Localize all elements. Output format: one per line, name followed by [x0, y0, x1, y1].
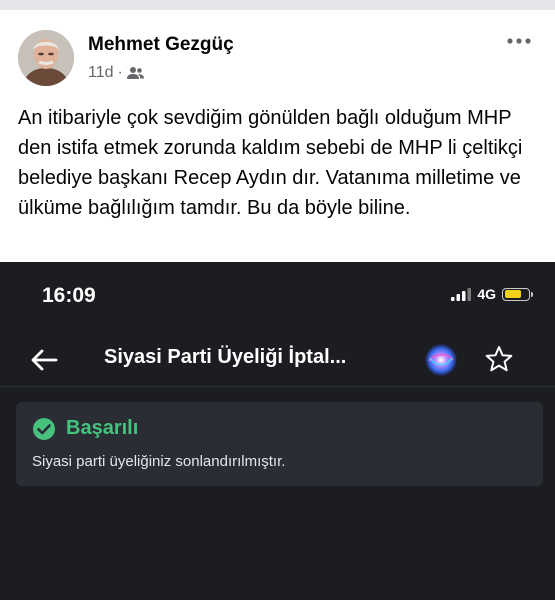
- app-bar: Siyasi Parti Üyeliği İptal...: [0, 334, 555, 386]
- post-header: Mehmet Gezgüç 11d ·: [18, 30, 538, 86]
- author-name[interactable]: Mehmet Gezgüç: [88, 34, 234, 56]
- embedded-phone-screenshot: 16:09 4G Siyasi Parti Üyeliği İptal... B…: [0, 262, 555, 600]
- network-type: 4G: [477, 286, 496, 302]
- page-title: Siyasi Parti Üyeliği İptal...: [104, 346, 347, 368]
- battery-level: [504, 290, 521, 298]
- avatar[interactable]: [18, 30, 74, 86]
- assistant-orb-icon[interactable]: [424, 343, 458, 377]
- status-time: 16:09: [42, 284, 96, 307]
- battery-icon: [502, 287, 530, 301]
- post-meta: 11d ·: [88, 64, 144, 82]
- app-bar-divider: [0, 386, 555, 387]
- arrow-left-icon[interactable]: [28, 344, 60, 376]
- alert-title: Başarılı: [66, 417, 139, 439]
- star-icon[interactable]: [484, 344, 514, 374]
- success-alert: Başarılı Siyasi parti üyeliğiniz sonland…: [16, 402, 543, 486]
- battery-cap: [531, 291, 533, 297]
- check-circle-icon: [33, 418, 55, 440]
- alert-message: Siyasi parti üyeliğiniz sonlandırılmıştı…: [32, 453, 286, 470]
- signal-icon: [451, 287, 472, 301]
- feed-top-divider: [0, 0, 555, 10]
- status-indicators: 4G: [451, 286, 533, 302]
- more-horizontal-icon[interactable]: [504, 32, 534, 50]
- post-time[interactable]: 11d: [88, 64, 114, 82]
- post-text: An itibariyle çok sevdiğim gönülden bağl…: [18, 107, 523, 219]
- meta-separator: ·: [117, 64, 123, 81]
- friends-icon[interactable]: [126, 66, 144, 80]
